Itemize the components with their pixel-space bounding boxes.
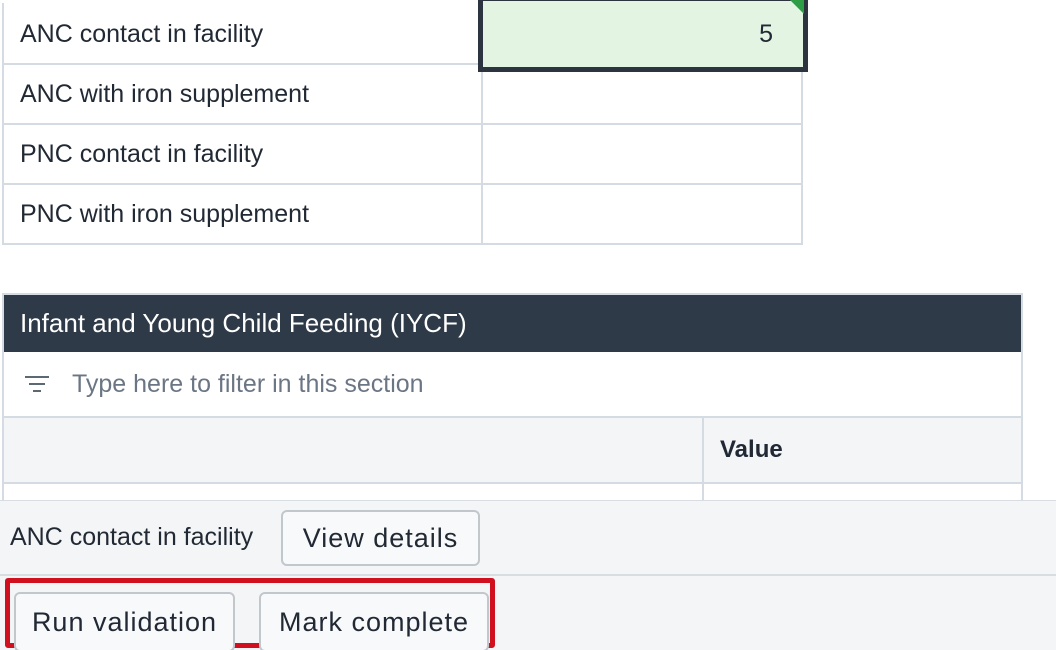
- mark-complete-button[interactable]: Mark complete: [259, 592, 489, 650]
- section-title: Infant and Young Child Feeding (IYCF): [4, 295, 1021, 352]
- value-input[interactable]: [482, 65, 801, 123]
- form-actions: Run validation Mark complete: [0, 576, 1056, 650]
- value-column-header: Value: [720, 436, 783, 463]
- table-row: PNC contact in facility: [2, 123, 804, 185]
- section-filter-input[interactable]: [70, 368, 974, 400]
- value-input[interactable]: [482, 125, 801, 183]
- iycf-section: Infant and Young Child Feeding (IYCF) Va…: [2, 293, 1023, 514]
- row-label: ANC with iron supplement: [2, 63, 483, 125]
- value-cell: [480, 123, 804, 185]
- value-input[interactable]: [482, 185, 801, 243]
- selected-field-label: ANC contact in facility: [10, 523, 254, 551]
- table-row: PNC with iron supplement: [2, 183, 804, 245]
- value-input-active[interactable]: [483, 1, 803, 67]
- data-entry-screen: ANC contact in facility ANC with iron su…: [0, 0, 1056, 650]
- filter-lines-icon: [24, 375, 50, 393]
- view-details-button[interactable]: View details: [281, 510, 480, 566]
- label-column-header: [4, 418, 704, 482]
- row-label: PNC with iron supplement: [2, 183, 483, 245]
- row-label: PNC contact in facility: [2, 123, 483, 185]
- active-value-cell[interactable]: [478, 0, 808, 72]
- saved-corner-flag-icon: [790, 0, 804, 14]
- value-cell: [480, 183, 804, 245]
- table-row: ANC with iron supplement: [2, 63, 804, 125]
- row-label: ANC contact in facility: [2, 4, 483, 65]
- section-filter: [4, 352, 1021, 418]
- column-header-row: Value: [4, 418, 1021, 484]
- bottom-action-bar: ANC contact in facility View details Run…: [0, 500, 1056, 650]
- selected-field-info: ANC contact in facility View details: [0, 501, 1056, 576]
- run-validation-button[interactable]: Run validation: [14, 592, 235, 650]
- value-cell: [480, 63, 804, 125]
